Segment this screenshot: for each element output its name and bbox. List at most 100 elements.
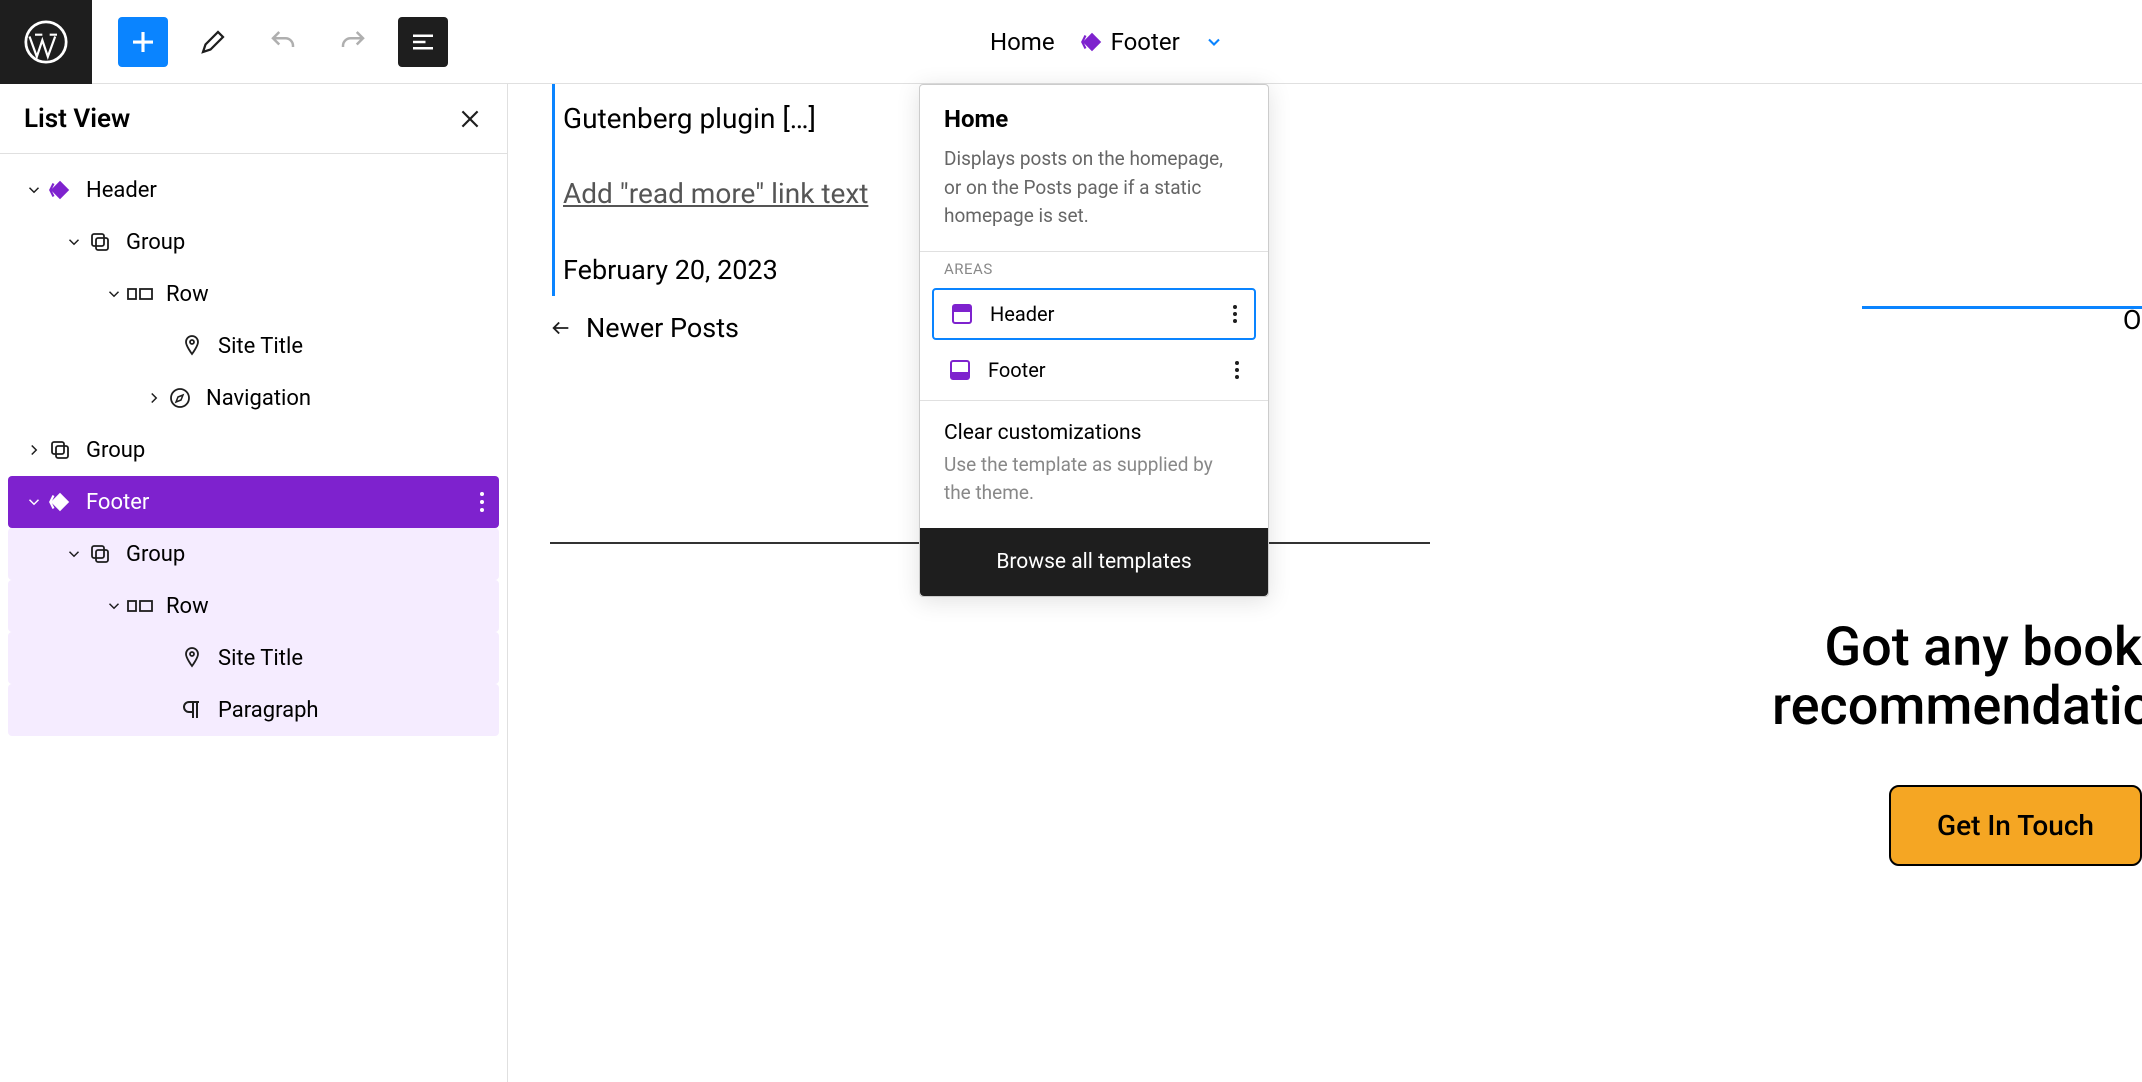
add-block-button[interactable] — [118, 17, 168, 67]
tree-item-label: Row — [166, 594, 209, 619]
newer-posts-label: Newer Posts — [586, 312, 739, 344]
tree-item-header[interactable]: Header — [8, 164, 499, 216]
pencil-icon — [198, 27, 228, 57]
arrow-left-icon — [550, 317, 572, 339]
newer-posts-link[interactable]: Newer Posts — [550, 312, 2142, 344]
popover-header: Home Displays posts on the homepage, or … — [920, 85, 1268, 251]
editor-canvas[interactable]: Gutenberg plugin […] Add "read more" lin… — [508, 84, 2142, 1082]
editor-toolbar: Home Footer — [0, 0, 2142, 84]
cta-block[interactable]: Ol Got any book recommendation Get In To… — [1772, 538, 2142, 866]
close-sidebar-button[interactable] — [457, 106, 483, 132]
area-options-button[interactable] — [1232, 304, 1238, 324]
header-layout-icon — [950, 302, 974, 326]
list-view-sidebar: List View Header Group Row Site Title — [0, 84, 508, 1082]
group-icon — [46, 438, 74, 462]
area-options-button[interactable] — [1234, 360, 1240, 380]
template-part-icon — [46, 177, 74, 203]
breadcrumb-template-label: Footer — [1111, 28, 1180, 56]
tree-item-navigation[interactable]: Navigation — [8, 372, 499, 424]
more-vertical-icon — [1234, 360, 1240, 380]
group-icon — [86, 542, 114, 566]
tree-item-row[interactable]: Row — [8, 580, 499, 632]
more-vertical-icon — [479, 491, 485, 513]
tree-item-label: Footer — [86, 490, 149, 515]
tree-item-row[interactable]: Row — [8, 268, 499, 320]
close-icon — [457, 106, 483, 132]
read-more-link[interactable]: Add "read more" link text — [563, 177, 922, 210]
post-title[interactable]: Gutenberg plugin […] — [563, 84, 922, 135]
tree-item-group[interactable]: Group — [8, 216, 499, 268]
clear-customizations[interactable]: Clear customizations Use the template as… — [920, 400, 1268, 528]
chevron-right-icon[interactable] — [142, 389, 166, 407]
post-block[interactable]: Gutenberg plugin […] Add "read more" lin… — [552, 84, 922, 296]
area-label: Header — [990, 302, 1054, 326]
tree-item-site-title[interactable]: Site Title — [8, 320, 499, 372]
tree-item-label: Navigation — [206, 386, 311, 411]
clear-description: Use the template as supplied by the them… — [944, 451, 1244, 508]
popover-title: Home — [944, 105, 1244, 133]
tree-item-group[interactable]: Group — [8, 528, 499, 580]
clear-title: Clear customizations — [944, 421, 1244, 445]
tree-item-label: Group — [86, 438, 145, 463]
wordpress-icon — [24, 20, 68, 64]
undo-icon — [268, 27, 298, 57]
tree-item-label: Group — [126, 542, 185, 567]
chevron-down-icon[interactable] — [22, 181, 46, 199]
item-options-button[interactable] — [479, 491, 485, 513]
area-item-header[interactable]: Header — [932, 288, 1256, 340]
tree-item-paragraph[interactable]: Paragraph — [8, 684, 499, 736]
cta-heading-line1[interactable]: Got any book — [1772, 618, 2142, 677]
pin-icon — [178, 334, 206, 358]
wordpress-logo[interactable] — [0, 0, 92, 84]
paragraph-icon — [178, 698, 206, 722]
template-part-icon — [1079, 29, 1105, 55]
chevron-down-icon[interactable] — [62, 545, 86, 563]
chevron-down-icon[interactable] — [1204, 32, 1224, 52]
redo-button[interactable] — [328, 17, 378, 67]
compass-icon — [166, 386, 194, 410]
breadcrumb-home[interactable]: Home — [990, 28, 1055, 56]
row-icon — [126, 282, 154, 306]
tree-item-label: Row — [166, 282, 209, 307]
more-vertical-icon — [1232, 304, 1238, 324]
undo-button[interactable] — [258, 17, 308, 67]
tree-item-label: Site Title — [218, 334, 303, 359]
sidebar-title: List View — [24, 104, 130, 134]
tree-item-group[interactable]: Group — [8, 424, 499, 476]
redo-icon — [338, 27, 368, 57]
tree-item-site-title[interactable]: Site Title — [8, 632, 499, 684]
area-item-footer[interactable]: Footer — [932, 346, 1256, 394]
chevron-right-icon[interactable] — [22, 441, 46, 459]
footer-layout-icon — [948, 358, 972, 382]
sidebar-header: List View — [0, 84, 507, 154]
breadcrumb: Home Footer — [990, 24, 1224, 60]
template-part-icon — [46, 489, 74, 515]
group-icon — [86, 230, 114, 254]
browse-templates-button[interactable]: Browse all templates — [920, 528, 1268, 596]
tree-item-label: Group — [126, 230, 185, 255]
chevron-down-icon[interactable] — [62, 233, 86, 251]
chevron-down-icon[interactable] — [102, 597, 126, 615]
popover-description: Displays posts on the homepage, or on th… — [944, 145, 1244, 231]
areas-label: AREAS — [920, 251, 1268, 282]
block-tree: Header Group Row Site Title Navigation G… — [0, 154, 507, 746]
edit-tool-button[interactable] — [188, 17, 238, 67]
tree-item-label: Paragraph — [218, 698, 319, 723]
get-in-touch-button[interactable]: Get In Touch — [1889, 785, 2142, 866]
chevron-down-icon[interactable] — [22, 493, 46, 511]
tree-item-label: Header — [86, 178, 157, 203]
tree-item-label: Site Title — [218, 646, 303, 671]
chevron-down-icon[interactable] — [102, 285, 126, 303]
plus-icon — [128, 27, 158, 57]
clipped-text: Ol — [2123, 304, 2142, 336]
post-date[interactable]: February 20, 2023 — [563, 254, 922, 296]
area-label: Footer — [988, 358, 1046, 382]
breadcrumb-template[interactable]: Footer — [1071, 24, 1188, 60]
row-icon — [126, 594, 154, 618]
selection-outline — [1862, 306, 2142, 309]
pin-icon — [178, 646, 206, 670]
cta-heading-line2[interactable]: recommendation — [1772, 677, 2142, 736]
list-view-button[interactable] — [398, 17, 448, 67]
list-icon — [408, 27, 438, 57]
tree-item-footer[interactable]: Footer — [8, 476, 499, 528]
